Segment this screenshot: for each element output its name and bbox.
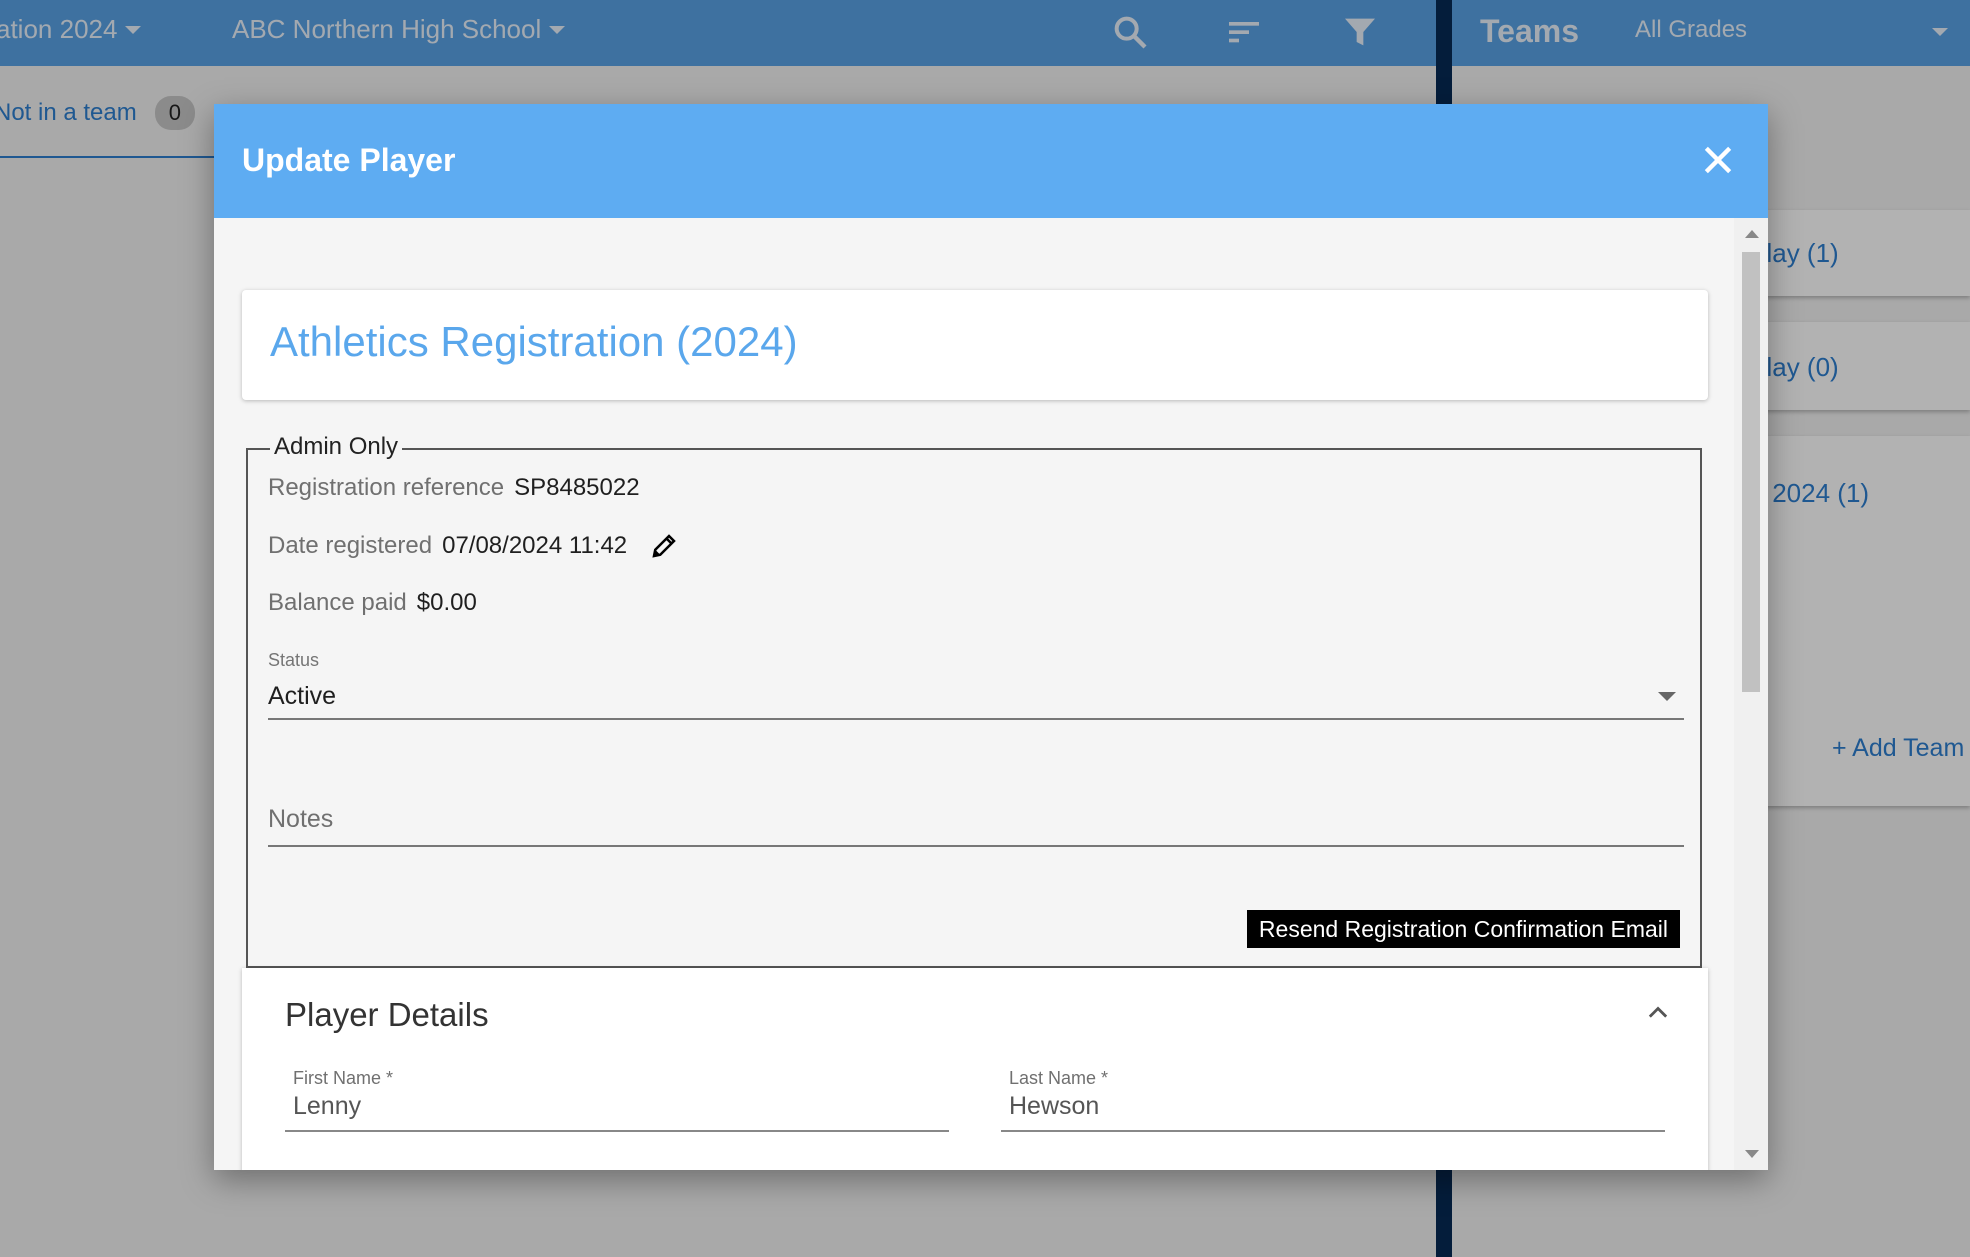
status-value: Active (268, 682, 337, 710)
registration-reference-label: Registration reference (268, 474, 505, 501)
scroll-down-arrow-icon[interactable] (1745, 1150, 1759, 1158)
status-label: Status (268, 650, 320, 670)
last-name-label: Last Name * (1009, 1068, 1109, 1088)
last-name-field[interactable]: Last Name * Hewson (1001, 1068, 1665, 1132)
first-name-field[interactable]: First Name * Lenny (285, 1068, 949, 1132)
status-select[interactable]: Active (268, 678, 1684, 720)
balance-paid-value: $0.00 (416, 589, 477, 616)
registration-reference-value: SP8485022 (514, 474, 640, 501)
modal-scrollbar[interactable] (1734, 218, 1768, 1170)
date-registered-row: Date registered 07/08/2024 11:42 (268, 531, 679, 561)
chevron-down-icon (1658, 692, 1676, 701)
first-name-value: Lenny (293, 1092, 362, 1120)
balance-paid-label: Balance paid (268, 589, 407, 616)
modal-header: Update Player (214, 104, 1768, 218)
notes-field[interactable]: Notes (268, 795, 1684, 847)
admin-only-section: Admin Only Registration reference SP8485… (246, 433, 1702, 968)
player-details-card: Player Details First Name * Lenny Last N… (242, 968, 1708, 1170)
resend-confirmation-email-button[interactable]: Resend Registration Confirmation Email (1246, 910, 1680, 948)
registration-reference-row: Registration reference SP8485022 (268, 474, 640, 502)
pencil-icon[interactable] (649, 531, 679, 561)
close-icon[interactable] (1698, 140, 1738, 180)
registration-title: Athletics Registration (2024) (270, 318, 798, 365)
first-name-label: First Name * (293, 1068, 394, 1088)
admin-only-legend: Admin Only (270, 433, 403, 461)
chevron-up-icon[interactable] (1644, 998, 1672, 1026)
date-registered-value: 07/08/2024 11:42 (442, 532, 628, 559)
registration-card: Athletics Registration (2024) (242, 290, 1708, 400)
update-player-modal: Update Player Athletics Registration (20… (214, 104, 1768, 1170)
last-name-value: Hewson (1009, 1092, 1100, 1120)
notes-placeholder: Notes (268, 805, 334, 833)
balance-paid-row: Balance paid $0.00 (268, 589, 477, 617)
modal-body: Athletics Registration (2024) Admin Only… (214, 218, 1734, 1170)
player-details-title: Player Details (285, 996, 489, 1033)
scroll-up-arrow-icon[interactable] (1745, 230, 1759, 238)
date-registered-label: Date registered (268, 532, 433, 559)
scrollbar-thumb[interactable] (1742, 252, 1760, 692)
modal-title: Update Player (242, 142, 456, 178)
